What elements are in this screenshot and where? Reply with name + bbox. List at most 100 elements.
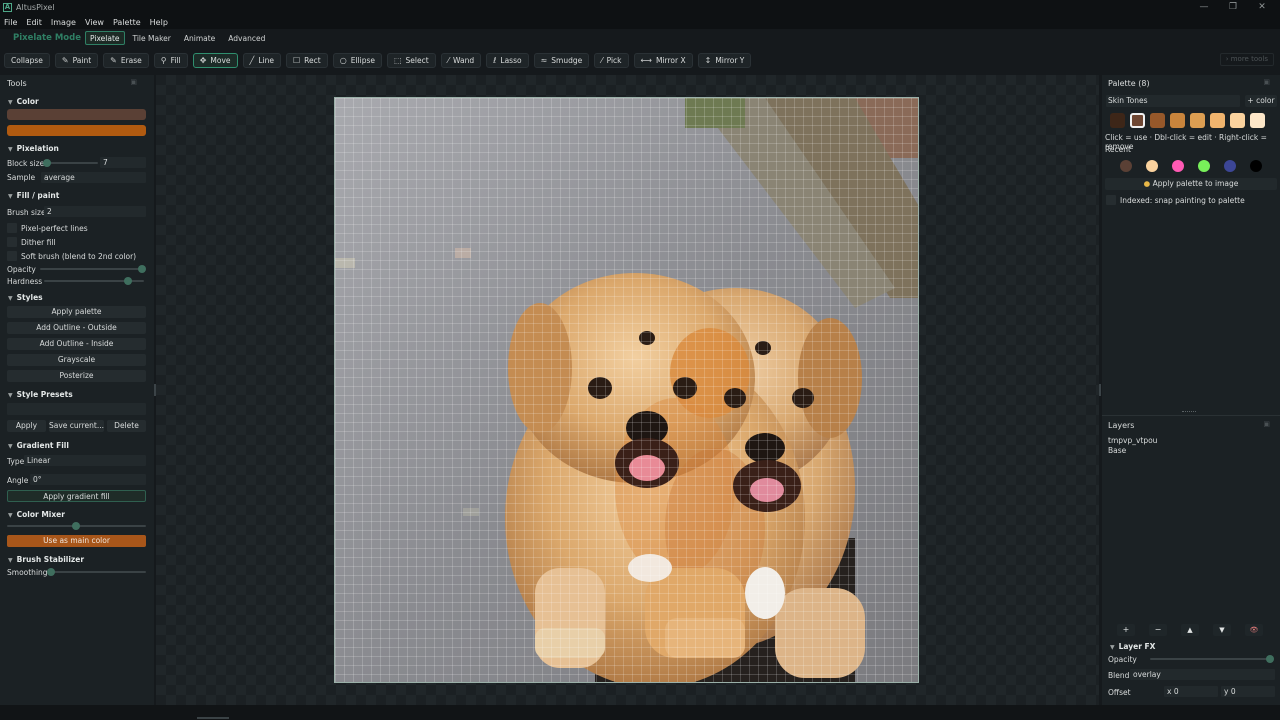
opacity-slider[interactable] (40, 268, 144, 270)
tool-wand-button[interactable]: ⁄ Wand (440, 52, 482, 68)
remove-layer-button[interactable]: − (1149, 624, 1167, 636)
color-mixer-slider-handle[interactable] (72, 522, 80, 530)
block-size-slider-handle[interactable] (43, 159, 51, 167)
tab-advanced[interactable]: Advanced (223, 31, 270, 45)
offset-y-input[interactable]: y 0 (1221, 686, 1275, 697)
style-preset-select[interactable] (7, 403, 146, 415)
indexed-snap-checkbox[interactable] (1106, 195, 1116, 205)
soft-brush-checkbox[interactable] (7, 251, 17, 261)
block-size-input[interactable]: 7 (100, 157, 146, 168)
posterize-button[interactable]: Posterize (7, 370, 146, 382)
layer-item[interactable]: tmpvp_vtpou (1108, 436, 1157, 445)
tool-rect-button[interactable]: ☐ Rect (285, 52, 328, 68)
section-pixelation[interactable]: ▼ Pixelation (8, 144, 59, 153)
palette-swatch[interactable] (1210, 113, 1225, 128)
menu-edit[interactable]: Edit (26, 18, 42, 27)
palette-swatch[interactable] (1130, 113, 1145, 128)
section-gradient-fill[interactable]: ▼ Gradient Fill (8, 441, 69, 450)
menu-palette[interactable]: Palette (113, 18, 141, 27)
maximize-button[interactable]: ❐ (1219, 0, 1247, 15)
panel-undock-icon[interactable]: ▣ (130, 78, 137, 86)
add-outline-outside-button[interactable]: Add Outline - Outside (7, 322, 146, 334)
recent-color-swatch[interactable] (1198, 160, 1210, 172)
palette-swatch[interactable] (1190, 113, 1205, 128)
section-style-presets[interactable]: ▼ Style Presets (8, 390, 73, 399)
menu-view[interactable]: View (85, 18, 104, 27)
tool-move-button[interactable]: ✥ Move (192, 52, 238, 68)
tool-line-button[interactable]: ╱ Line (242, 52, 281, 68)
use-as-main-color-button[interactable]: Use as main color (7, 535, 146, 547)
palette-swatch[interactable] (1110, 113, 1125, 128)
layer-item-base[interactable]: Base (1108, 446, 1126, 455)
apply-palette-to-image-button[interactable]: ● Apply palette to image (1105, 178, 1277, 190)
palette-select[interactable]: Skin Tones (1106, 95, 1240, 107)
apply-palette-button[interactable]: Apply palette (7, 306, 146, 318)
preset-apply-button[interactable]: Apply (7, 420, 46, 432)
palette-swatch[interactable] (1150, 113, 1165, 128)
pixel-perfect-checkbox[interactable] (7, 223, 17, 233)
move-layer-down-button[interactable]: ▼ (1213, 624, 1231, 636)
blend-mode-select[interactable]: overlay (1130, 669, 1275, 680)
section-layer-fx[interactable]: ▼ Layer FX (1110, 642, 1155, 651)
tool-smudge-button[interactable]: ≈ Smudge (533, 52, 590, 68)
section-color[interactable]: ▼ Color (8, 97, 39, 106)
opacity-slider-handle[interactable] (138, 265, 146, 273)
add-color-button[interactable]: + color (1245, 95, 1277, 107)
recent-color-swatch[interactable] (1250, 160, 1262, 172)
recent-color-swatch[interactable] (1172, 160, 1184, 172)
close-button[interactable]: ✕ (1248, 0, 1276, 15)
horizontal-scrollbar-thumb[interactable] (197, 717, 229, 719)
menu-file[interactable]: File (4, 18, 17, 27)
right-panel-splitter[interactable] (1099, 384, 1101, 396)
preset-delete-button[interactable]: Delete (107, 420, 146, 432)
section-styles[interactable]: ▼ Styles (8, 293, 43, 302)
gradient-angle-input[interactable]: 0° (30, 474, 146, 485)
smoothing-slider[interactable] (48, 571, 146, 573)
section-color-mixer[interactable]: ▼ Color Mixer (8, 510, 65, 519)
move-layer-up-button[interactable]: ▲ (1181, 624, 1199, 636)
palette-undock-icon[interactable]: ▣ (1263, 78, 1270, 86)
tool-fill-button[interactable]: ⚲ Fill (153, 52, 188, 68)
menu-image[interactable]: Image (51, 18, 76, 27)
palette-swatch[interactable] (1250, 113, 1265, 128)
brush-size-input[interactable]: 2 (44, 206, 146, 217)
sample-select[interactable]: average (41, 172, 146, 183)
tool-ellipse-button[interactable]: ○ Ellipse (332, 52, 382, 68)
palette-swatch[interactable] (1230, 113, 1245, 128)
tab-pixelate[interactable]: Pixelate (85, 31, 125, 45)
pixelated-image-canvas[interactable] (334, 97, 919, 683)
grayscale-button[interactable]: Grayscale (7, 354, 146, 366)
tool-lasso-button[interactable]: ℓ Lasso (486, 52, 529, 68)
preset-save-button[interactable]: Save current... (49, 420, 104, 432)
apply-gradient-fill-button[interactable]: Apply gradient fill (7, 490, 146, 502)
tab-animate[interactable]: Animate (179, 31, 220, 45)
menu-help[interactable]: Help (150, 18, 168, 27)
layer-opacity-slider[interactable] (1150, 658, 1270, 660)
tool-mirror-x-button[interactable]: ⟷ Mirror X (633, 52, 693, 68)
tool-mirror-y-button[interactable]: ↕ Mirror Y (697, 52, 752, 68)
collapse-button[interactable]: Collapse (4, 52, 50, 68)
recent-color-swatch[interactable] (1146, 160, 1158, 172)
recent-color-swatch[interactable] (1120, 160, 1132, 172)
layer-opacity-slider-handle[interactable] (1266, 655, 1274, 663)
layers-undock-icon[interactable]: ▣ (1263, 420, 1270, 428)
canvas-area[interactable] (156, 75, 1099, 705)
add-layer-button[interactable]: + (1117, 624, 1135, 636)
tab-tile-maker[interactable]: Tile Maker (128, 31, 176, 45)
tool-erase-button[interactable]: ✎ Erase (103, 52, 149, 68)
block-size-slider[interactable] (44, 162, 98, 164)
toggle-visibility-eye-icon[interactable]: 👁 (1245, 624, 1263, 636)
dither-fill-checkbox[interactable] (7, 237, 17, 247)
smoothing-slider-handle[interactable] (47, 568, 55, 576)
hardness-slider-handle[interactable] (124, 277, 132, 285)
recent-color-swatch[interactable] (1224, 160, 1236, 172)
tool-select-button[interactable]: ⬚ Select (386, 52, 436, 68)
minimize-button[interactable]: — (1190, 0, 1218, 15)
palette-swatch[interactable] (1170, 113, 1185, 128)
panel-resize-handle[interactable] (1182, 411, 1196, 413)
more-tools-button[interactable]: › more tools (1219, 53, 1274, 66)
tool-paint-button[interactable]: ✎ Paint (54, 52, 99, 68)
primary-color-swatch[interactable] (7, 109, 146, 120)
section-brush-stabilizer[interactable]: ▼ Brush Stabilizer (8, 555, 84, 564)
tool-pick-button[interactable]: ⁄ Pick (594, 52, 629, 68)
